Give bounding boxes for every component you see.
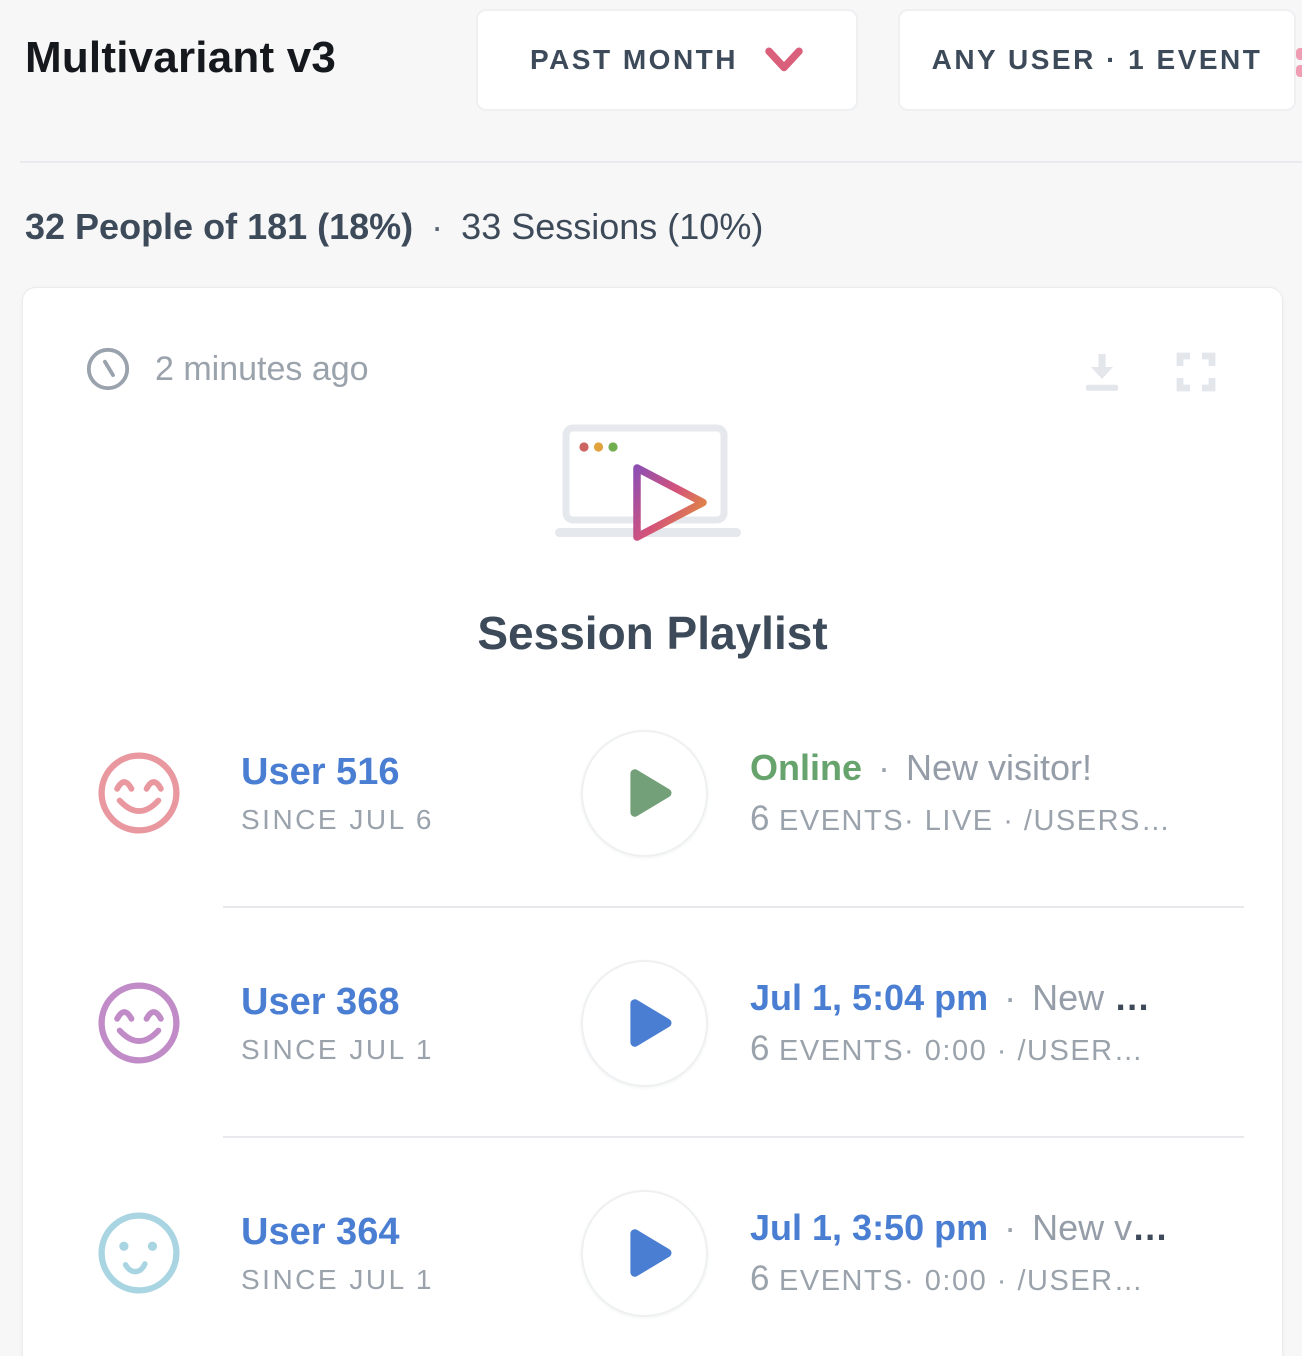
user-link[interactable]: User 516: [241, 751, 399, 794]
session-replay-illustration: [551, 424, 755, 550]
session-detail: 6 EVENTS· 0:00 · /USER…: [750, 1029, 1151, 1069]
detail-text: EVENTS· 0:00 · /USER…: [769, 1035, 1144, 1067]
happy-face-icon: [97, 751, 181, 835]
status-separator: ·: [862, 747, 906, 788]
session-note: New visitor!: [906, 747, 1092, 788]
user-avatar: [97, 751, 181, 835]
detail-text: EVENTS· LIVE · /USERS…: [769, 805, 1171, 837]
stats-separator: ·: [431, 206, 443, 248]
session-list-item[interactable]: User 368 SINCE JUL 1 Jul 1, 5:04 pm · Ne…: [23, 908, 1282, 1138]
status-separator: ·: [988, 977, 1032, 1018]
cropped-control-fragment: [1296, 48, 1302, 78]
window-dot-green: [608, 442, 617, 451]
session-list: User 516 SINCE JUL 6 Online · New visito…: [23, 678, 1282, 1356]
page-title: Multivariant v3: [25, 33, 336, 83]
playlist-heading: Session Playlist: [23, 606, 1282, 660]
session-time: Jul 1, 5:04 pm: [750, 977, 988, 1018]
play-icon: [618, 762, 680, 824]
detail-text: EVENTS· 0:00 · /USER…: [769, 1265, 1144, 1297]
fullscreen-button[interactable]: [1172, 348, 1220, 396]
user-event-filter-label: ANY USER · 1 EVENT: [932, 44, 1263, 76]
happy-face-icon: [97, 981, 181, 1065]
session-time: Jul 1, 3:50 pm: [750, 1207, 988, 1248]
events-count: 6: [750, 1259, 769, 1298]
user-link[interactable]: User 364: [241, 1211, 399, 1254]
session-status: Jul 1, 5:04 pm · New … 6 EVENTS· 0:00 · …: [750, 977, 1151, 1069]
smirk-face-icon: [97, 1211, 181, 1295]
session-note: New: [1032, 977, 1114, 1018]
session-time: Online: [750, 747, 862, 788]
time-range-filter-label: PAST MONTH: [530, 44, 738, 76]
last-updated: 2 minutes ago: [85, 346, 369, 392]
user-link[interactable]: User 368: [241, 981, 399, 1024]
session-list-item[interactable]: User 516 SINCE JUL 6 Online · New visito…: [23, 678, 1282, 908]
funnel-stats: 32 People of 181 (18%) · 33 Sessions (10…: [25, 206, 763, 248]
chevron-down-icon: [764, 45, 804, 75]
header-divider: [20, 161, 1302, 163]
play-session-button[interactable]: [581, 960, 708, 1087]
play-icon: [618, 992, 680, 1054]
time-range-filter-button[interactable]: PAST MONTH: [476, 9, 858, 111]
events-count: 6: [750, 1029, 769, 1068]
window-dot-orange: [594, 442, 603, 451]
window-dot-red: [579, 442, 588, 451]
user-event-filter-button[interactable]: ANY USER · 1 EVENT: [898, 9, 1296, 111]
user-avatar: [97, 981, 181, 1065]
people-stat: 32 People of 181 (18%): [25, 206, 413, 248]
session-status: Jul 1, 3:50 pm · New v… 6 EVENTS· 0:00 ·…: [750, 1207, 1169, 1299]
user-since-label: SINCE JUL 6: [241, 804, 581, 836]
sessions-stat: 33 Sessions (10%): [461, 206, 763, 248]
play-session-button[interactable]: [581, 730, 708, 857]
fullscreen-icon: [1172, 348, 1220, 396]
clock-icon: [85, 346, 131, 392]
user-since-label: SINCE JUL 1: [241, 1264, 581, 1296]
events-count: 6: [750, 799, 769, 838]
download-button[interactable]: [1078, 348, 1126, 396]
session-note-ellipsis: …: [1132, 1207, 1169, 1248]
session-status: Online · New visitor! 6 EVENTS· LIVE · /…: [750, 747, 1171, 839]
session-detail: 6 EVENTS· 0:00 · /USER…: [750, 1259, 1169, 1299]
user-avatar: [97, 1211, 181, 1295]
session-playlist-card: 2 minutes ago: [22, 287, 1283, 1356]
session-detail: 6 EVENTS· LIVE · /USERS…: [750, 799, 1171, 839]
play-session-button[interactable]: [581, 1190, 708, 1317]
session-list-item[interactable]: User 364 SINCE JUL 1 Jul 1, 3:50 pm · Ne…: [23, 1138, 1282, 1356]
play-icon: [618, 1222, 680, 1284]
session-note: New v: [1032, 1207, 1132, 1248]
status-separator: ·: [988, 1207, 1032, 1248]
session-note-ellipsis: …: [1114, 977, 1151, 1018]
user-since-label: SINCE JUL 1: [241, 1034, 581, 1066]
last-updated-label: 2 minutes ago: [155, 350, 369, 389]
download-icon: [1078, 348, 1126, 396]
